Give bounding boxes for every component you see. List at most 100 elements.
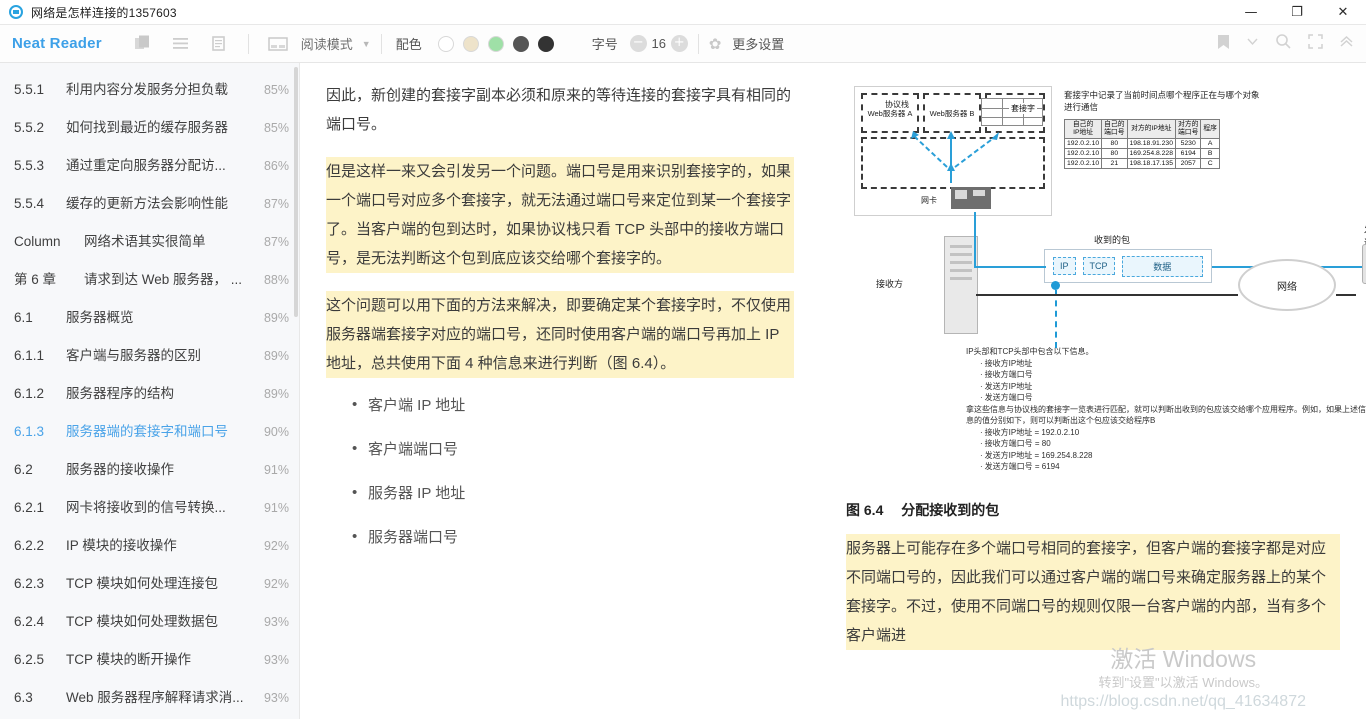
- search-icon[interactable]: [1275, 33, 1292, 54]
- copy-pages-icon[interactable]: [130, 31, 156, 57]
- toc-item-9[interactable]: 6.1.3 服务器端的套接字和端口号 90%: [0, 411, 299, 449]
- protocol-stack-box: [861, 137, 1045, 189]
- reader-column-left: 因此，新创建的套接字副本必须和原来的等待连接的套接字具有相同的端口号。 但是这样…: [300, 81, 820, 719]
- received-packet-box: IP TCP 数据: [1044, 249, 1212, 283]
- more-settings-label[interactable]: 更多设置: [732, 34, 784, 53]
- toc-item-4[interactable]: Column 网络术语其实很简单 87%: [0, 221, 299, 259]
- sidebar-scrollbar[interactable]: [294, 67, 298, 317]
- swatch-white[interactable]: [437, 35, 454, 52]
- reading-mode-label[interactable]: 阅读模式: [301, 34, 353, 53]
- network-cable-right: [1336, 294, 1356, 296]
- toc-item-percent: 89%: [263, 311, 289, 325]
- close-button[interactable]: ✕: [1320, 0, 1366, 25]
- toc-item-12[interactable]: 6.2.2 IP 模块的接收操作 92%: [0, 525, 299, 563]
- paragraph-3-highlighted[interactable]: 这个问题可以用下面的方法来解决，即要确定某个套接字时，不仅使用服务器端套接字对应…: [326, 291, 794, 378]
- note-list-1-item-1: 接收方端口号: [980, 369, 1366, 381]
- collapse-up-icon[interactable]: [1339, 34, 1354, 53]
- toolbar-divider: [247, 33, 249, 54]
- nic-card-icon: [951, 187, 991, 209]
- network-cloud: 网络: [1238, 259, 1336, 311]
- toc-item-percent: 93%: [263, 615, 289, 629]
- socket-link-dot: [1051, 281, 1060, 290]
- toc-sidebar[interactable]: 5.5.1 利用内容分发服务分担负载 85% 5.5.2 如何找到最近的缓存服务器 85%…: [0, 63, 300, 719]
- toc-item-16[interactable]: 6.3 Web 服务器程序解释请求消... 93%: [0, 677, 299, 715]
- socket-label: 套接字: [1009, 103, 1037, 114]
- single-page-icon[interactable]: [206, 31, 232, 57]
- toc-item-title: 缓存的更新方法会影响性能: [66, 196, 228, 211]
- toc-item-8[interactable]: 6.1.2 服务器程序的结构 89%: [0, 373, 299, 411]
- toc-item-15[interactable]: 6.2.5 TCP 模块的断开操作 93%: [0, 639, 299, 677]
- fontsize-increase-button[interactable]: +: [670, 35, 688, 52]
- swatch-gray[interactable]: [512, 35, 529, 52]
- toc-item-number: 6.2.3: [14, 576, 45, 591]
- toc-item-13[interactable]: 6.2.3 TCP 模块如何处理连接包 92%: [0, 563, 299, 601]
- table-cell: A: [1200, 138, 1220, 149]
- toc-item-number: 5.5.3: [14, 158, 45, 173]
- note-list-1-item-3: 发送方端口号: [980, 392, 1366, 404]
- received-packet-label: 收到的包: [1094, 235, 1131, 245]
- toc-item-3[interactable]: 5.5.4 缓存的更新方法会影响性能 87%: [0, 183, 299, 221]
- toc-item-6[interactable]: 6.1 服务器概览 89%: [0, 297, 299, 335]
- socket-records-table: 自己的 IP地址 自己的 端口号 对方的IP地址 对方的 端口号 程序 192.0.2.10 80…: [1063, 119, 1220, 169]
- table-cell: 80: [1101, 148, 1128, 159]
- fontsize-decrease-button[interactable]: −: [629, 35, 647, 52]
- note-list-headers: 接收方IP地址接收方端口号发送方IP地址发送方端口号: [980, 358, 1366, 404]
- toc-item-percent: 89%: [263, 387, 289, 401]
- toc-item-title: 客户端与服务器的区别: [66, 348, 201, 363]
- toc-item-number: 第 6 章: [14, 272, 57, 287]
- table-cell: C: [1200, 158, 1220, 169]
- nic-label: 网卡: [921, 196, 937, 205]
- paragraph-2-highlighted[interactable]: 但是这样一来又会引发另一个问题。端口号是用来识别套接字的，如果一个端口号对应多个…: [326, 157, 794, 273]
- toc-item-title: 服务器程序的结构: [66, 386, 174, 401]
- list-view-icon[interactable]: [168, 31, 194, 57]
- toc-item-percent: 86%: [263, 159, 289, 173]
- toc-item-2[interactable]: 5.5.3 通过重定向服务器分配访... 86%: [0, 145, 299, 183]
- toc-item-number: 6.2.2: [14, 538, 45, 553]
- swatch-green[interactable]: [487, 35, 504, 52]
- toc-item-title: 网卡将接收到的信号转换...: [66, 500, 226, 515]
- toc-item-10[interactable]: 6.2 服务器的接收操作 91%: [0, 449, 299, 487]
- chevron-down-icon[interactable]: ▼: [362, 39, 371, 49]
- toc-item-percent: 89%: [263, 349, 289, 363]
- toc-item-title: 请求到达 Web 服务器， ...: [84, 272, 243, 287]
- table-row: 192.0.2.10 80 169.254.8.228 6194 B: [1063, 148, 1220, 159]
- chevron-down-icon-right[interactable]: [1246, 35, 1259, 52]
- toc-item-14[interactable]: 6.2.4 TCP 模块如何处理数据包 93%: [0, 601, 299, 639]
- bookmark-icon[interactable]: [1217, 34, 1230, 54]
- toolbar-divider-3: [697, 33, 699, 54]
- toc-item-0[interactable]: 5.5.1 利用内容分发服务分担负载 85%: [0, 69, 299, 107]
- receiver-tower-icon: [944, 236, 978, 334]
- table-cell: 6194: [1174, 148, 1202, 159]
- table-cell: 2057: [1174, 158, 1202, 169]
- swatch-sepia[interactable]: [462, 35, 479, 52]
- toc-item-number: 5.5.4: [14, 196, 45, 211]
- layout-icon[interactable]: [265, 31, 291, 57]
- toc-item-number: 6.1.3: [14, 424, 45, 439]
- figure-caption-number: 图 6.4: [846, 502, 884, 518]
- table-header-cell: 自己的 端口号: [1101, 119, 1128, 139]
- socket-note-text: 套接字中记录了当前时间点哪个程序正在与哪个对象进行通信: [1064, 90, 1260, 112]
- toc-item-1[interactable]: 5.5.2 如何找到最近的缓存服务器 85%: [0, 107, 299, 145]
- toc-item-5[interactable]: 第 6 章 请求到达 Web 服务器， ... 88%: [0, 259, 299, 297]
- paragraph-4-highlighted[interactable]: 服务器上可能存在多个端口号相同的套接字，但客户端的套接字都是对应不同端口号的，因…: [846, 534, 1340, 650]
- swatch-dark[interactable]: [537, 35, 554, 52]
- content-area: 5.5.1 利用内容分发服务分担负载 85% 5.5.2 如何找到最近的缓存服务器 85%…: [0, 63, 1366, 719]
- toc-item-percent: 87%: [263, 235, 289, 249]
- app-icon: [9, 5, 23, 19]
- toc-item-title: 网络术语其实很简单: [84, 234, 206, 249]
- toc-item-11[interactable]: 6.2.1 网卡将接收到的信号转换... 91%: [0, 487, 299, 525]
- color-swatches: [437, 35, 554, 52]
- toc-item-7[interactable]: 6.1.1 客户端与服务器的区别 89%: [0, 335, 299, 373]
- reader-pane: 因此，新创建的套接字副本必须和原来的等待连接的套接字具有相同的端口号。 但是这样…: [300, 63, 1366, 719]
- gear-icon[interactable]: ✿: [709, 35, 722, 53]
- minimize-button[interactable]: —: [1228, 0, 1274, 25]
- table-cell: 21: [1101, 158, 1128, 169]
- toolbar-divider-2: [380, 33, 382, 54]
- table-cell: 169.254.8.228: [1126, 148, 1177, 159]
- toc-item-title: TCP 模块如何处理连接包: [66, 576, 219, 591]
- socket-link-dashed: [1055, 290, 1057, 348]
- maximize-button[interactable]: ❐: [1274, 0, 1320, 25]
- fullscreen-icon[interactable]: [1308, 34, 1323, 53]
- table-cell: 5230: [1174, 138, 1202, 149]
- toc-item-title: TCP 模块如何处理数据包: [66, 614, 219, 629]
